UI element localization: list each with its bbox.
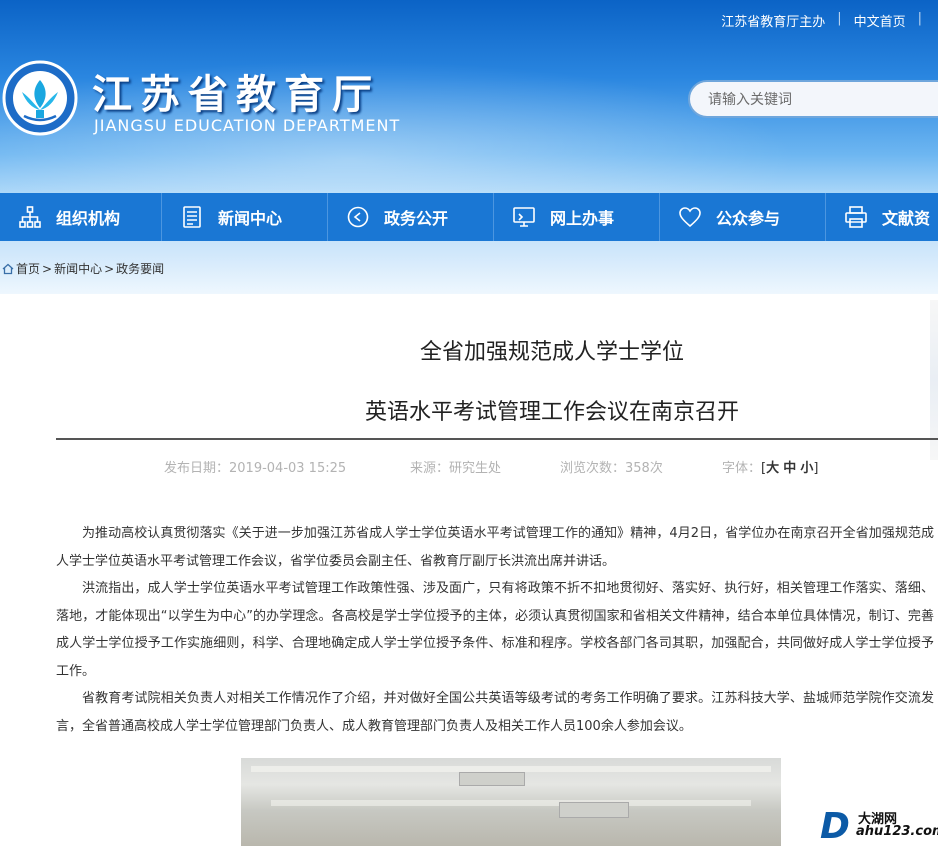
printer-icon	[845, 206, 867, 228]
ceiling-light-strip	[271, 800, 751, 806]
site-header: 江苏省教育厅主办 | 中文首页 | 江苏省教育厅 JIANGSU EDUCATI…	[0, 0, 938, 193]
monitor-icon	[513, 207, 535, 227]
emblem-logo-icon[interactable]	[2, 58, 78, 138]
nav-item-documents[interactable]: 文献资	[826, 193, 938, 241]
article-source: 来源：研究生处	[410, 461, 502, 476]
font-size-control: 字体：[大 中 小]	[722, 457, 819, 476]
view-count: 浏览次数：358次	[560, 461, 663, 476]
site-title: 江苏省教育厅	[92, 72, 380, 118]
news-icon	[183, 206, 201, 228]
home-icon	[2, 263, 14, 274]
breadcrumb-news[interactable]: 新闻中心	[54, 260, 102, 277]
nav-label: 政务公开	[384, 209, 449, 228]
breadcrumb: 首页 > 新闻中心 > 政务要闻	[2, 260, 164, 277]
font-size-large[interactable]: 大	[766, 461, 779, 476]
heart-icon	[679, 207, 701, 228]
page: 江苏省教育厅主办 | 中文首页 | 江苏省教育厅 JIANGSU EDUCATI…	[0, 0, 938, 846]
article-body: 为推动高校认真贯彻落实《关于进一步加强江苏省成人学士学位英语水平考试管理工作的通…	[56, 520, 934, 740]
nav-label: 文献资	[882, 209, 931, 228]
article-paragraph: 为推动高校认真贯彻落实《关于进一步加强江苏省成人学士学位英语水平考试管理工作的通…	[56, 526, 934, 569]
search-placeholder: 请输入关键词	[708, 92, 792, 108]
nav-item-public-participation[interactable]: 公众参与	[660, 193, 826, 241]
publish-date: 发布日期：2019-04-03 15:25	[164, 461, 347, 476]
font-size-medium[interactable]: 中	[783, 461, 796, 476]
breadcrumb-separator: >	[104, 261, 115, 276]
nav-label: 网上办事	[550, 209, 615, 228]
breadcrumb-band: 首页 > 新闻中心 > 政务要闻	[0, 241, 938, 294]
search-input[interactable]: 请输入关键词	[688, 80, 938, 118]
nav-label: 新闻中心	[218, 209, 283, 228]
play-circle-icon	[347, 206, 369, 228]
article-paragraph: 洪流指出，成人学士学位英语水平考试管理工作政策性强、涉及面广，只有将政策不折不扣…	[56, 581, 934, 679]
host-link[interactable]: 江苏省教育厅主办	[721, 11, 825, 30]
breadcrumb-home[interactable]: 首页	[16, 260, 40, 277]
article-title-line-2: 英语水平考试管理工作会议在南京召开	[364, 400, 739, 425]
font-size-bracket: ]	[813, 461, 819, 476]
nav-item-online-services[interactable]: 网上办事	[494, 193, 660, 241]
main-nav: 组织机构 新闻中心 政务公开 网上办事 公众参与 文献资	[0, 193, 938, 241]
article-title-line-1: 全省加强规范成人学士学位	[419, 340, 684, 365]
org-chart-icon	[19, 206, 41, 228]
nav-item-news[interactable]: 新闻中心	[162, 193, 328, 241]
top-links: 江苏省教育厅主办 | 中文首页 |	[721, 11, 922, 30]
top-links-separator: |	[837, 11, 842, 26]
nav-item-government-affairs[interactable]: 政务公开	[328, 193, 494, 241]
top-links-separator: |	[917, 11, 922, 26]
nav-label: 组织机构	[56, 209, 121, 228]
ceiling-vent	[559, 802, 629, 818]
watermark-en: ahu123.com	[856, 824, 938, 839]
title-divider	[56, 438, 938, 440]
page-edge-decoration	[930, 300, 938, 460]
breadcrumb-separator: >	[42, 261, 53, 276]
watermark-letter: D	[820, 806, 850, 846]
home-link[interactable]: 中文首页	[854, 11, 906, 30]
watermark-logo: D 大湖网 ahu123.com	[820, 800, 938, 846]
nav-item-organization[interactable]: 组织机构	[0, 193, 162, 241]
site-subtitle: JIANGSU EDUCATION DEPARTMENT	[94, 116, 401, 135]
font-size-label: 字体：	[722, 461, 762, 476]
nav-label: 公众参与	[716, 209, 781, 228]
article-photo	[241, 758, 781, 846]
article-paragraph: 省教育考试院相关负责人对相关工作情况作了介绍，并对做好全国公共英语等级考试的考务…	[56, 691, 934, 734]
breadcrumb-current[interactable]: 政务要闻	[116, 260, 164, 277]
font-size-small[interactable]: 小	[800, 461, 813, 476]
ceiling-vent	[459, 772, 525, 786]
